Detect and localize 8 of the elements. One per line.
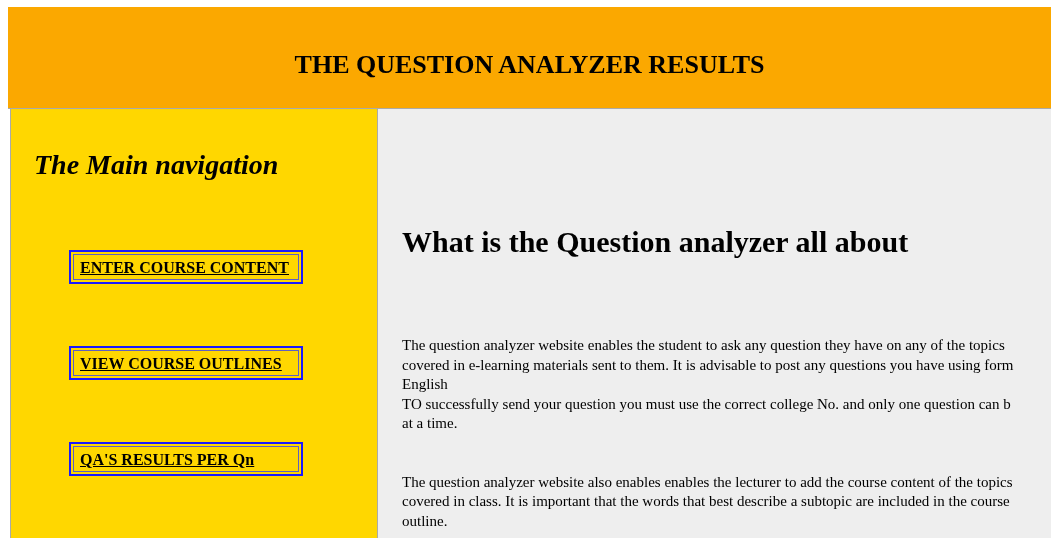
paragraph: The question analyzer website also enables enables the lecturer to add the course content of the topics covered in class. It is important that the words that best describe a subtopic are included in the course outline. [402,472,1014,531]
section-heading: What is the Question analyzer all about [402,225,910,259]
nav-link[interactable]: QA'S RESULTS PER Qn [69,442,303,476]
nav-link[interactable]: VIEW COURSE OUTLINES [69,346,303,380]
navigation-heading: The Main navigation [34,149,280,181]
page-title: THE QUESTION ANALYZER RESULTS [294,48,765,80]
paragraph: The question analyzer website enables the student to ask any question they have on any of the topics covered in e-learning materials sent to them. It is advisable to post any questions you have using form English TO successfully send your question you must use the correct college No. and only one question can b at a time. [402,336,1015,433]
nav-link[interactable]: ENTER COURSE CONTENT [69,250,303,284]
